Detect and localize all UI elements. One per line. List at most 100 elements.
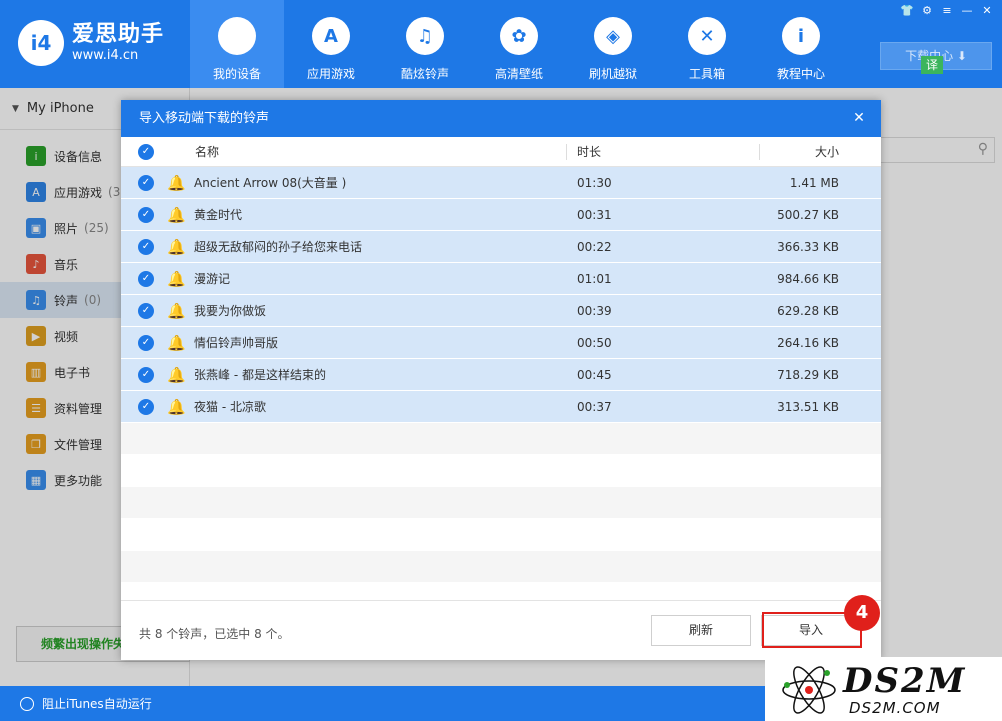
row-checkbox[interactable]: ✓ (138, 398, 154, 415)
empty-row (121, 423, 881, 455)
column-header-duration[interactable]: 时长 (577, 143, 601, 160)
info-icon: i (782, 17, 820, 55)
row-checkbox[interactable]: ✓ (138, 238, 154, 255)
logo-icon: i4 (18, 20, 64, 66)
app-header: i4 爱思助手 www.i4.cn 我的设备 A 应用游戏 ♫ 酷炫铃声 ✿ 高清壁纸 ◈ 刷机… (0, 0, 1002, 88)
table-row[interactable]: ✓ 🔔 漫游记 01:01 984.66 KB (121, 263, 881, 295)
ringtone-name: 夜猫 - 北凉歌 (194, 400, 266, 414)
minimize-icon[interactable]: — (960, 4, 974, 18)
ringtone-duration: 00:50 (577, 335, 612, 350)
nav-tab-2[interactable]: ♫ 酷炫铃声 (378, 0, 472, 88)
row-checkbox[interactable]: ✓ (138, 366, 154, 383)
bell-icon: ♫ (406, 17, 444, 55)
watermark: DS2M DS2M.COM (765, 657, 1002, 721)
nav-tab-label: 应用游戏 (306, 67, 355, 81)
ringtone-name: 张燕峰 - 都是这样结束的 (194, 368, 326, 382)
column-divider (566, 144, 567, 160)
ringtone-name: 漫游记 (194, 272, 231, 286)
table-row[interactable]: ✓ 🔔 黄金时代 00:31 500.27 KB (121, 199, 881, 231)
nav-tab-4[interactable]: ◈ 刷机越狱 (566, 0, 660, 88)
dialog-title: 导入移动端下载的铃声 (139, 111, 270, 126)
itunes-toggle-radio[interactable] (20, 696, 34, 711)
bell-icon: 🔔 (167, 397, 186, 416)
empty-row (121, 519, 881, 551)
bell-icon: 🔔 (167, 301, 186, 320)
ringtone-size: 629.28 KB (777, 303, 839, 318)
watermark-title: DS2M (843, 661, 967, 701)
table-row[interactable]: ✓ 🔔 情侣铃声帅哥版 00:50 264.16 KB (121, 327, 881, 359)
refresh-button[interactable]: 刷新 (651, 615, 751, 646)
top-nav: 我的设备 A 应用游戏 ♫ 酷炫铃声 ✿ 高清壁纸 ◈ 刷机越狱 ✕ 工具箱 i 教程中心 (190, 0, 848, 88)
ringtone-size: 718.29 KB (777, 367, 839, 382)
ringtone-size: 264.16 KB (777, 335, 839, 350)
nav-tab-0[interactable]: 我的设备 (190, 0, 284, 88)
watermark-url: DS2M.COM (849, 699, 941, 717)
bell-icon: 🔔 (167, 333, 186, 352)
itunes-toggle-label[interactable]: 阻止iTunes自动运行 (42, 695, 152, 712)
row-checkbox[interactable]: ✓ (138, 302, 154, 319)
nav-tab-label: 酷炫铃声 (400, 67, 449, 81)
menu-icon[interactable]: ≡ (940, 4, 954, 18)
column-header-size[interactable]: 大小 (815, 143, 839, 160)
table-row[interactable]: ✓ 🔔 超级无敌郁闷的孙子给您来电话 00:22 366.33 KB (121, 231, 881, 263)
bell-icon: 🔔 (167, 173, 186, 192)
window-controls: 👕 ⚙ ≡ — ✕ (900, 4, 994, 18)
ringtone-name: Ancient Arrow 08(大音量 ) (194, 176, 347, 190)
ringtone-duration: 00:31 (577, 207, 612, 222)
nav-tab-label: 工具箱 (688, 67, 725, 81)
dialog-title-bar: 导入移动端下载的铃声 ✕ (121, 100, 881, 137)
select-all-checkbox[interactable]: ✓ (138, 143, 154, 160)
close-icon[interactable]: ✕ (849, 108, 869, 128)
nav-tab-label: 刷机越狱 (588, 67, 637, 81)
row-checkbox[interactable]: ✓ (138, 334, 154, 351)
table-row[interactable]: ✓ 🔔 Ancient Arrow 08(大音量 ) 01:30 1.41 MB (121, 167, 881, 199)
selection-summary: 共 8 个铃声，已选中 8 个。 (139, 627, 290, 641)
ringtone-size: 366.33 KB (777, 239, 839, 254)
step-badge: 4 (844, 595, 880, 631)
ringtone-name: 我要为你做饭 (194, 304, 267, 318)
settings-icon[interactable]: ⚙ (920, 4, 934, 18)
empty-row (121, 455, 881, 487)
apple-icon (218, 17, 256, 55)
table-row[interactable]: ✓ 🔔 夜猫 - 北凉歌 00:37 313.51 KB (121, 391, 881, 423)
nav-tab-label: 我的设备 (212, 67, 261, 81)
ringtone-table: ✓ 🔔 Ancient Arrow 08(大音量 ) 01:30 1.41 MB ✓ 🔔 黄金… (121, 167, 881, 600)
nav-tab-3[interactable]: ✿ 高清壁纸 (472, 0, 566, 88)
row-checkbox[interactable]: ✓ (138, 270, 154, 287)
tools-icon: ✕ (688, 17, 726, 55)
nav-tab-1[interactable]: A 应用游戏 (284, 0, 378, 88)
ringtone-duration: 00:45 (577, 367, 612, 382)
ringtone-name: 黄金时代 (194, 208, 243, 222)
empty-row (121, 551, 881, 583)
nav-tab-5[interactable]: ✕ 工具箱 (660, 0, 754, 88)
ringtone-duration: 00:39 (577, 303, 612, 318)
ringtone-duration: 01:01 (577, 271, 612, 286)
app-url: www.i4.cn (72, 48, 139, 63)
table-row[interactable]: ✓ 🔔 张燕峰 - 都是这样结束的 00:45 718.29 KB (121, 359, 881, 391)
nav-tab-6[interactable]: i 教程中心 (754, 0, 848, 88)
box-icon: ◈ (594, 17, 632, 55)
ringtone-size: 1.41 MB (789, 175, 839, 190)
bell-icon: 🔔 (167, 237, 186, 256)
close-window-icon[interactable]: ✕ (980, 4, 994, 18)
ringtone-name: 超级无敌郁闷的孙子给您来电话 (194, 240, 363, 254)
empty-row (121, 487, 881, 519)
translate-badge[interactable]: 译 (921, 56, 943, 74)
ringtone-size: 500.27 KB (777, 207, 839, 222)
row-checkbox[interactable]: ✓ (138, 206, 154, 223)
empty-row (121, 583, 881, 600)
ringtone-name: 情侣铃声帅哥版 (194, 336, 279, 350)
app-logo: i4 爱思助手 www.i4.cn (18, 20, 164, 66)
row-checkbox[interactable]: ✓ (138, 174, 154, 191)
bell-icon: 🔔 (167, 365, 186, 384)
column-header-name[interactable]: 名称 (195, 143, 219, 160)
app-name: 爱思助手 (72, 22, 165, 47)
bell-icon: 🔔 (167, 269, 186, 288)
flower-icon: ✿ (500, 17, 538, 55)
table-row[interactable]: ✓ 🔔 我要为你做饭 00:39 629.28 KB (121, 295, 881, 327)
app-store-icon: A (312, 17, 350, 55)
nav-tab-label: 教程中心 (776, 67, 825, 81)
ringtone-duration: 00:37 (577, 399, 612, 414)
ringtone-duration: 00:22 (577, 239, 612, 254)
skin-icon[interactable]: 👕 (900, 4, 914, 18)
